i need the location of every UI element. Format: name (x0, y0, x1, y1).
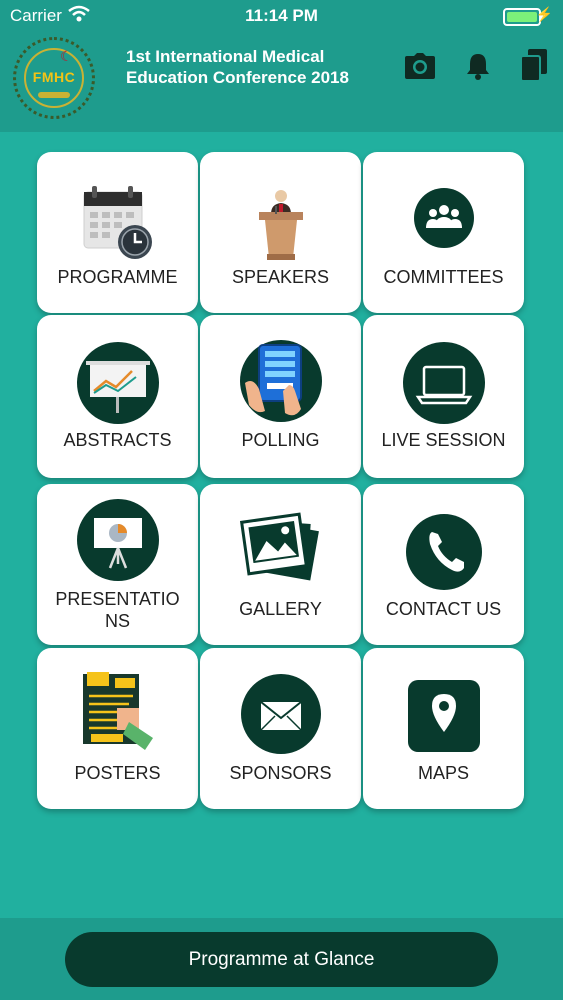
tile-label: GALLERY (239, 599, 322, 619)
poster-icon (37, 670, 198, 756)
tile-label: ABSTRACTS (63, 430, 172, 450)
tile-label: PRESENTATIO NS (55, 589, 180, 631)
podium-icon (200, 184, 361, 270)
phone-icon (363, 510, 524, 596)
tile-label: POSTERS (74, 763, 161, 783)
status-bar: Carrier 11:14 PM ⚡ (0, 0, 563, 32)
tile-programme[interactable]: PROGRAMME (37, 152, 198, 313)
tile-presentations[interactable]: PRESENTATIO NS (37, 484, 198, 645)
tile-polling[interactable]: POLLING (200, 315, 361, 478)
camera-icon[interactable] (404, 52, 436, 80)
tile-live-session[interactable]: LIVE SESSION (363, 315, 524, 478)
bell-icon[interactable] (465, 52, 491, 80)
group-icon (363, 184, 524, 270)
laptop-icon (363, 341, 524, 427)
easel-pie-icon (37, 498, 198, 584)
tile-label: LIVE SESSION (381, 430, 506, 450)
photos-icon (200, 512, 361, 598)
programme-at-glance-button[interactable]: Programme at Glance (65, 932, 498, 987)
app-header: ☾ FMHC 1st International Medical Educati… (0, 32, 563, 132)
tile-label: COMMITTEES (383, 267, 504, 287)
envelope-icon (200, 674, 361, 760)
documents-icon[interactable] (520, 48, 548, 82)
tile-sponsors[interactable]: SPONSORS (200, 648, 361, 809)
tile-posters[interactable]: POSTERS (37, 648, 198, 809)
tile-label: POLLING (241, 430, 320, 450)
tablet-vote-icon (200, 339, 361, 425)
tile-label: SPONSORS (229, 763, 332, 783)
calendar-clock-icon (37, 184, 198, 270)
tile-committees[interactable]: COMMITTEES (363, 152, 524, 313)
tile-gallery[interactable]: GALLERY (200, 484, 361, 645)
tile-contact-us[interactable]: CONTACT US (363, 484, 524, 645)
charging-icon: ⚡ (535, 6, 553, 22)
tile-label: CONTACT US (385, 599, 502, 619)
tile-label: PROGRAMME (57, 267, 178, 287)
tile-label: SPEAKERS (231, 267, 330, 287)
page-title: 1st International Medical Education Conf… (126, 47, 349, 87)
presentation-chart-icon (37, 341, 198, 427)
map-pin-icon (363, 678, 524, 764)
tile-label: MAPS (417, 763, 469, 783)
clock: 11:14 PM (245, 6, 318, 25)
tile-maps[interactable]: MAPS (363, 648, 524, 809)
tile-speakers[interactable]: SPEAKERS (200, 152, 361, 313)
fmhc-logo: ☾ FMHC (13, 37, 95, 119)
tile-abstracts[interactable]: ABSTRACTS (37, 315, 198, 478)
